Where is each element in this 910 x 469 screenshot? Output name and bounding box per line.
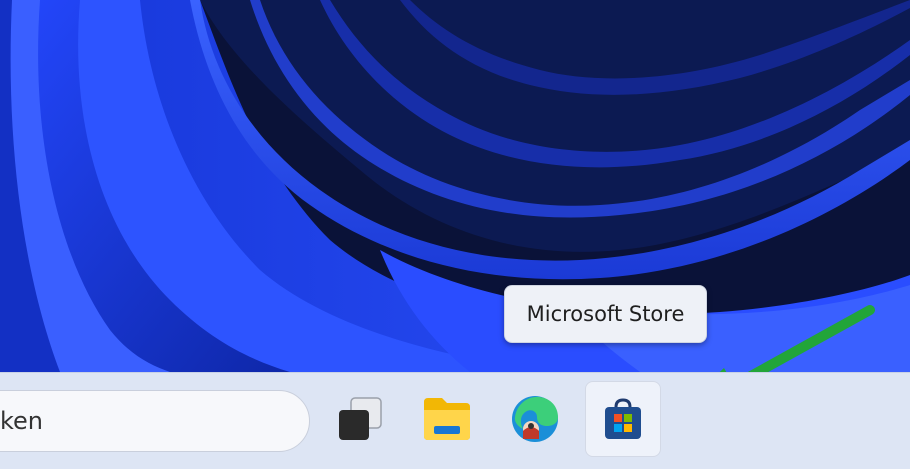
task-view-button[interactable] [322, 381, 398, 457]
folder-icon [424, 398, 470, 440]
search-box-text: ken [0, 407, 44, 435]
microsoft-store-tooltip: Microsoft Store [504, 285, 707, 343]
task-view-icon [339, 397, 382, 440]
tooltip-text: Microsoft Store [526, 302, 685, 326]
microsoft-store-button[interactable] [585, 381, 661, 457]
search-box[interactable] [0, 390, 310, 452]
taskbar: ken [0, 372, 910, 469]
edge-button[interactable] [497, 381, 573, 457]
edge-icon [512, 396, 558, 442]
file-explorer-button[interactable] [409, 381, 485, 457]
store-bag-icon [605, 398, 641, 439]
